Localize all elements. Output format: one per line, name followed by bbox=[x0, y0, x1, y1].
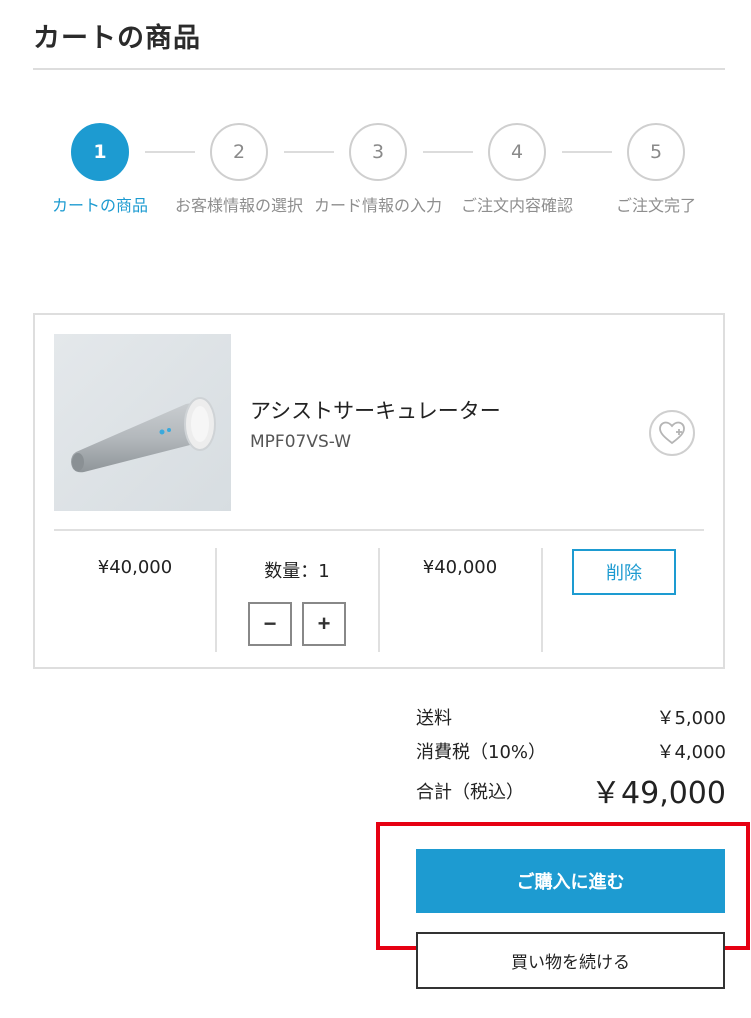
step-label: ご注文完了 bbox=[615, 196, 696, 215]
line-total: ¥40,000 bbox=[422, 557, 498, 578]
delete-item-button[interactable]: 削除 bbox=[572, 549, 676, 595]
step-number: 4 bbox=[488, 123, 546, 181]
tax-value: ￥4,000 bbox=[656, 742, 726, 763]
shipping-row: 送料 ￥5,000 bbox=[416, 700, 726, 734]
continue-shopping-button[interactable]: 買い物を続ける bbox=[416, 932, 725, 989]
cell-divider bbox=[541, 548, 543, 652]
circulator-illustration bbox=[71, 397, 216, 473]
tax-row: 消費税（10%） ￥4,000 bbox=[416, 734, 726, 768]
item-divider bbox=[54, 529, 704, 531]
title-divider bbox=[33, 68, 725, 70]
step-label: お客様情報の選択 bbox=[175, 196, 304, 215]
checkout-stepper: 1 カートの商品 2 お客様情報の選択 3 カード情報の入力 4 ご注文内容確認… bbox=[30, 120, 720, 260]
step-order-complete: 5 ご注文完了 bbox=[586, 120, 726, 221]
total-row: 合計（税込） ￥49,000 bbox=[416, 768, 726, 812]
total-label: 合計（税込） bbox=[416, 782, 524, 803]
cart-item-card: アシストサーキュレーター MPF07VS-W ¥40,000 数量：1 − + … bbox=[33, 313, 725, 669]
product-model: MPF07VS-W bbox=[250, 432, 352, 452]
order-summary: 送料 ￥5,000 消費税（10%） ￥4,000 合計（税込） ￥49,000 bbox=[416, 700, 726, 812]
step-customer-info: 2 お客様情報の選択 bbox=[169, 120, 309, 221]
step-number: 5 bbox=[627, 123, 685, 181]
decrement-quantity-button[interactable]: − bbox=[248, 602, 292, 646]
step-label: ご注文内容確認 bbox=[460, 196, 573, 215]
step-label: カートの商品 bbox=[51, 196, 148, 215]
page-title: カートの商品 bbox=[33, 23, 201, 54]
tax-label: 消費税（10%） bbox=[416, 742, 547, 763]
step-number: 2 bbox=[210, 123, 268, 181]
step-number: 1 bbox=[71, 123, 129, 181]
step-card-info: 3 カード情報の入力 bbox=[308, 120, 448, 221]
increment-quantity-button[interactable]: + bbox=[302, 602, 346, 646]
unit-price: ¥40,000 bbox=[97, 557, 173, 578]
proceed-to-purchase-button[interactable]: ご購入に進む bbox=[416, 849, 725, 913]
add-to-favorites-button[interactable] bbox=[649, 410, 695, 456]
quantity-label: 数量：1 bbox=[264, 561, 330, 582]
step-label: カード情報の入力 bbox=[314, 196, 443, 215]
step-number: 3 bbox=[349, 123, 407, 181]
product-image[interactable] bbox=[54, 334, 231, 511]
shipping-value: ￥5,000 bbox=[656, 708, 726, 729]
step-order-confirm: 4 ご注文内容確認 bbox=[447, 120, 587, 221]
product-name[interactable]: アシストサーキュレーター bbox=[250, 395, 501, 425]
total-value: ￥49,000 bbox=[591, 776, 726, 811]
shipping-label: 送料 bbox=[416, 708, 452, 729]
step-cart: 1 カートの商品 bbox=[30, 120, 170, 221]
heart-plus-icon bbox=[659, 421, 685, 445]
